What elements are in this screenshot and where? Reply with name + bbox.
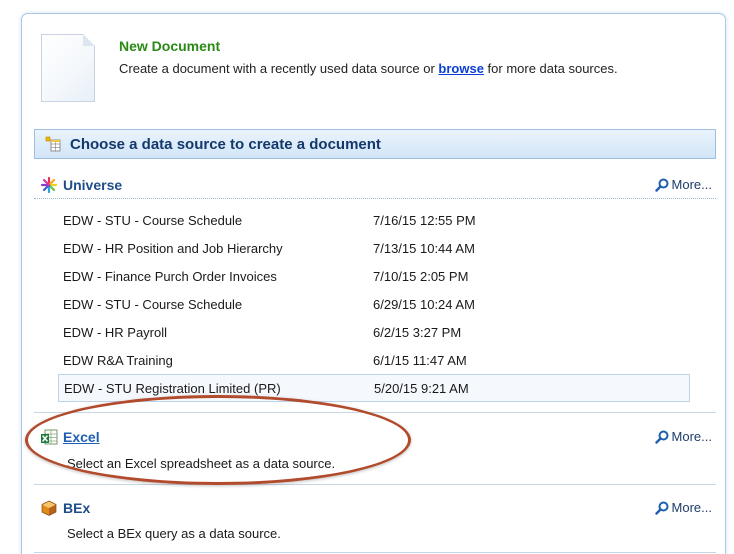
new-document-title: New Document [119, 38, 221, 54]
list-item[interactable]: EDW - HR Payroll 6/2/15 3:27 PM [58, 318, 690, 346]
data-source-timestamp: 6/29/15 10:24 AM [373, 296, 475, 312]
data-source-name: EDW - HR Position and Job Hierarchy [63, 240, 283, 256]
bex-more-label: More... [671, 500, 712, 515]
data-source-timestamp: 7/10/15 2:05 PM [373, 268, 469, 284]
bex-cube-icon [40, 499, 58, 517]
list-item[interactable]: EDW - STU - Course Schedule 7/16/15 12:5… [58, 206, 690, 234]
excel-more-button[interactable]: More... [654, 429, 712, 444]
bottom-divider [34, 552, 716, 553]
choose-data-source-bar: Choose a data source to create a documen… [34, 129, 716, 159]
list-item[interactable]: EDW - Finance Purch Order Invoices 7/10/… [58, 262, 690, 290]
universe-recent-list: EDW - STU - Course Schedule 7/16/15 12:5… [58, 206, 690, 402]
universe-more-button[interactable]: More... [654, 177, 712, 192]
document-icon [41, 34, 95, 102]
data-source-timestamp: 7/16/15 12:55 PM [373, 212, 476, 228]
new-document-desc-text-end: for more data sources. [483, 61, 618, 76]
bex-description: Select a BEx query as a data source. [67, 526, 281, 541]
data-source-name: EDW - HR Payroll [63, 324, 168, 340]
universe-more-label: More... [671, 177, 712, 192]
excel-more-label: More... [671, 429, 712, 444]
highlight-annotation-ellipse [25, 395, 411, 485]
data-source-timestamp: 7/13/15 10:44 AM [373, 240, 475, 256]
new-document-description: Create a document with a recently used d… [119, 59, 679, 78]
data-source-name: EDW - STU - Course Schedule [63, 296, 243, 312]
list-item[interactable]: EDW R&A Training 6/1/15 11:47 AM [58, 346, 690, 374]
bex-more-button[interactable]: More... [654, 500, 712, 515]
bex-section-title[interactable]: BEx [63, 500, 90, 516]
data-source-timestamp: 6/2/15 3:27 PM [373, 324, 462, 340]
choose-data-source-title: Choose a data source to create a documen… [70, 135, 381, 153]
bex-divider [34, 484, 716, 485]
data-source-timestamp: 5/20/15 9:21 AM [374, 380, 469, 396]
data-source-timestamp: 6/1/15 11:47 AM [373, 352, 467, 368]
new-document-desc-text: Create a document with a recently used d… [119, 61, 439, 76]
universe-section-header: Universe More... [34, 172, 716, 198]
bex-section-header: BEx More... [34, 495, 716, 521]
data-source-grid-icon [45, 136, 61, 152]
universe-divider [34, 198, 716, 199]
list-item[interactable]: EDW - HR Position and Job Hierarchy 7/13… [58, 234, 690, 262]
data-source-name: EDW - Finance Purch Order Invoices [63, 268, 277, 284]
browse-link[interactable]: browse [438, 61, 484, 76]
data-source-name: EDW - STU - Course Schedule [63, 212, 243, 228]
search-icon [654, 430, 669, 444]
search-icon [654, 178, 669, 192]
list-item[interactable]: EDW - STU - Course Schedule 6/29/15 10:2… [58, 290, 690, 318]
universe-section-title: Universe [63, 177, 123, 193]
universe-icon [40, 176, 58, 194]
search-icon [654, 501, 669, 515]
data-source-name: EDW R&A Training [63, 352, 173, 368]
new-document-header: New Document Create a document with a re… [32, 24, 715, 120]
data-source-name: EDW - STU Registration Limited (PR) [64, 380, 281, 396]
